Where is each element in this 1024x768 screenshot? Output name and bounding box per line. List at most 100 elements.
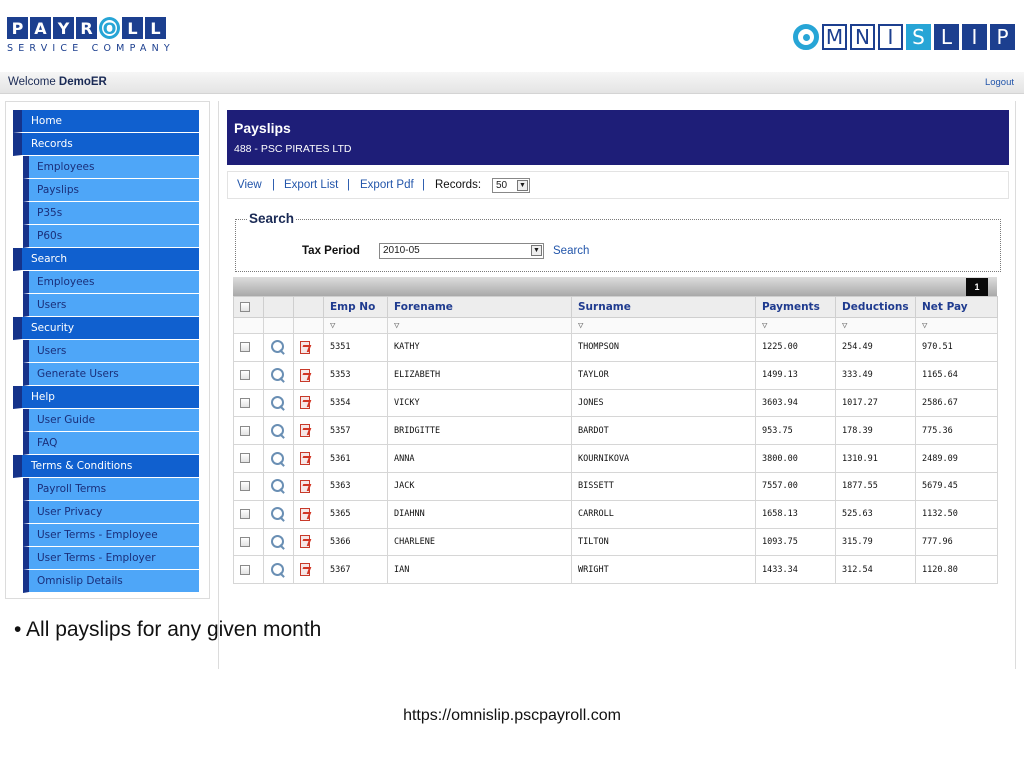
column-filter-icon[interactable]: ▽ <box>915 317 998 334</box>
pdf-payslip-icon[interactable] <box>300 535 310 549</box>
pdf-payslip-icon[interactable] <box>300 507 310 521</box>
magnifier-view-icon[interactable] <box>270 478 286 494</box>
row-checkbox[interactable] <box>240 397 250 408</box>
net-pay-cell: 1120.80 <box>915 555 998 585</box>
sidebar-item-help[interactable]: Help <box>13 386 199 409</box>
magnifier-view-icon[interactable] <box>270 423 286 439</box>
search-button[interactable]: Search <box>553 245 589 257</box>
footer-url: https://omnislip.pscpayroll.com <box>403 707 621 724</box>
row-checkbox[interactable] <box>240 536 250 547</box>
pdf-payslip-icon[interactable] <box>300 340 310 354</box>
records-label: Records: <box>435 179 482 191</box>
emp-no-cell: 5366 <box>323 527 388 557</box>
pdf-payslip-icon[interactable] <box>300 368 310 382</box>
row-select-cell <box>233 360 264 390</box>
sidebar-item-user-guide[interactable]: User Guide <box>23 409 199 432</box>
column-header-deductions[interactable]: Deductions <box>835 296 916 318</box>
sidebar-item-faq[interactable]: FAQ <box>23 432 199 455</box>
column-filter-icon[interactable]: ▽ <box>755 317 836 334</box>
magnifier-view-icon[interactable] <box>270 339 286 355</box>
toolbar-separator: | <box>347 179 350 191</box>
sidebar-item-security[interactable]: Security <box>13 317 199 340</box>
export-pdf-link[interactable]: Export Pdf <box>360 179 414 191</box>
column-header-payments[interactable]: Payments <box>755 296 836 318</box>
omnislip-logo-letter: M <box>822 24 847 50</box>
payslips-table: Emp No Forename Surname Payments Deducti… <box>233 296 998 585</box>
magnifier-view-icon[interactable] <box>270 534 286 550</box>
logout-link[interactable]: Logout <box>985 77 1014 88</box>
sidebar-item-home[interactable]: Home <box>13 110 199 133</box>
export-list-link[interactable]: Export List <box>284 179 338 191</box>
payroll-logo-letter: Y <box>53 17 74 39</box>
tax-period-select[interactable]: 2010-05 ▼ <box>379 243 544 259</box>
magnifier-view-icon[interactable] <box>270 562 286 578</box>
row-checkbox[interactable] <box>240 481 250 492</box>
row-pdf-cell <box>293 416 324 446</box>
row-checkbox[interactable] <box>240 369 250 380</box>
deductions-cell: 525.63 <box>835 499 916 529</box>
select-all-checkbox[interactable] <box>240 302 250 312</box>
deductions-cell: 315.79 <box>835 527 916 557</box>
surname-cell: BARDOT <box>571 416 756 446</box>
column-filter-icon[interactable]: ▽ <box>835 317 916 334</box>
net-pay-cell: 2489.09 <box>915 444 998 473</box>
payroll-logo-letter: A <box>30 17 51 39</box>
pdf-payslip-icon[interactable] <box>300 479 310 493</box>
sidebar-item-generate-users[interactable]: Generate Users <box>23 363 199 386</box>
sidebar-item-employees[interactable]: Employees <box>23 271 199 294</box>
sidebar-item-employees[interactable]: Employees <box>23 156 199 179</box>
column-header-surname[interactable]: Surname <box>571 296 756 318</box>
toolbar-separator: | <box>422 179 425 191</box>
row-view-cell <box>263 444 294 473</box>
sidebar-item-users[interactable]: Users <box>23 340 199 363</box>
column-filter-icon[interactable]: ▽ <box>571 317 756 334</box>
magnifier-view-icon[interactable] <box>270 506 286 522</box>
column-header-emp-no[interactable]: Emp No <box>323 296 388 318</box>
pdf-payslip-icon[interactable] <box>300 424 310 438</box>
magnifier-view-icon[interactable] <box>270 367 286 383</box>
payroll-service-company-logo: PAYROLL SERVICE COMPANY <box>7 17 175 54</box>
row-checkbox[interactable] <box>240 564 250 575</box>
sidebar-item-terms-conditions[interactable]: Terms & Conditions <box>13 455 199 478</box>
sidebar-item-p60s[interactable]: P60s <box>23 225 199 248</box>
deductions-cell: 333.49 <box>835 360 916 390</box>
sidebar-item-users[interactable]: Users <box>23 294 199 317</box>
page-number-button[interactable]: 1 <box>966 278 988 296</box>
sidebar-navigation: Home Records Employees Payslips P35s P60s Sear… <box>5 101 210 599</box>
table-header-row: Emp No Forename Surname Payments Deducti… <box>233 296 998 318</box>
row-checkbox[interactable] <box>240 342 250 353</box>
sidebar-item-records[interactable]: Records <box>13 133 199 156</box>
grid-pager-bar: 1 <box>233 277 997 296</box>
column-filter-icon[interactable]: ▽ <box>387 317 572 334</box>
sidebar-item-p35s[interactable]: P35s <box>23 202 199 225</box>
sidebar-item-user-terms-employer[interactable]: User Terms - Employer <box>23 547 199 570</box>
surname-cell: CARROLL <box>571 499 756 529</box>
row-checkbox[interactable] <box>240 425 250 436</box>
sidebar-item-user-privacy[interactable]: User Privacy <box>23 501 199 524</box>
omnislip-logo-letter: I <box>962 24 987 50</box>
column-filter-icon[interactable]: ▽ <box>323 317 388 334</box>
row-pdf-cell <box>293 527 324 557</box>
sidebar-nav-list: Home Records Employees Payslips P35s P60s Sear… <box>13 110 199 593</box>
sidebar-item-payslips[interactable]: Payslips <box>23 179 199 202</box>
column-header-net-pay[interactable]: Net Pay <box>915 296 998 318</box>
payroll-logo-tagline: SERVICE COMPANY <box>7 43 175 54</box>
payslips-grid: 1 Emp No Forename Surname Payments Deduc… <box>233 277 998 585</box>
row-checkbox[interactable] <box>240 453 250 464</box>
magnifier-view-icon[interactable] <box>270 395 286 411</box>
pdf-payslip-icon[interactable] <box>300 563 310 577</box>
sidebar-item-search[interactable]: Search <box>13 248 199 271</box>
row-select-cell <box>233 416 264 446</box>
sidebar-item-omnislip-details[interactable]: Omnislip Details <box>23 570 199 593</box>
pdf-payslip-icon[interactable] <box>300 396 310 410</box>
row-view-cell <box>263 527 294 557</box>
sidebar-item-user-terms-employee[interactable]: User Terms - Employee <box>23 524 199 547</box>
column-header-forename[interactable]: Forename <box>387 296 572 318</box>
sidebar-item-payroll-terms[interactable]: Payroll Terms <box>23 478 199 501</box>
view-link[interactable]: View <box>237 179 262 191</box>
table-row: 5363 JACK BISSETT 7557.00 1877.55 5679.45 <box>233 471 998 501</box>
records-per-page-select[interactable]: 50 ▼ <box>492 178 530 193</box>
pdf-payslip-icon[interactable] <box>300 452 310 466</box>
row-checkbox[interactable] <box>240 508 250 519</box>
magnifier-view-icon[interactable] <box>270 451 286 467</box>
